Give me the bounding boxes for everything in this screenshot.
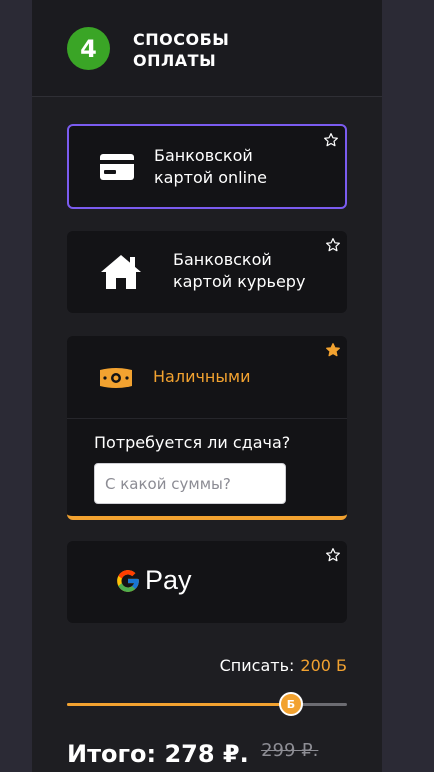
payment-option-card-courier[interactable]: Банковской картой курьеру (67, 231, 347, 313)
payment-option-label: Наличными (153, 367, 251, 386)
star-outline-icon[interactable] (324, 236, 342, 254)
star-filled-icon[interactable] (324, 341, 342, 359)
step-title-line-2: оплаты (133, 51, 217, 70)
payment-option-card-online[interactable]: Банковской картой online (67, 124, 347, 209)
bonus-points-label: Списать: (219, 656, 295, 675)
star-outline-icon[interactable] (322, 131, 340, 149)
step-number-badge: 4 (67, 27, 110, 70)
label-line-1: Банковской (173, 250, 272, 269)
order-total: Итого: 278 ₽. 299 ₽. (67, 740, 318, 768)
payment-option-label: Банковской картой курьеру (173, 249, 305, 293)
star-outline-icon[interactable] (324, 546, 342, 564)
bonus-points-row: Списать: 200 Б (220, 656, 347, 675)
change-amount-input[interactable] (94, 463, 286, 504)
bonus-points-slider[interactable]: Б (67, 692, 347, 716)
slider-thumb[interactable]: Б (279, 692, 303, 716)
payment-option-cash[interactable]: Наличными Потребуется ли сдача? (67, 336, 347, 520)
payment-option-label: Банковской картой online (154, 145, 267, 189)
credit-card-icon (99, 153, 135, 181)
label-line-2: картой online (154, 168, 268, 187)
step-header: 4 Способы оплаты (32, 0, 382, 97)
total-old-amount: 299 ₽. (261, 740, 319, 761)
label-line-2: картой курьеру (173, 272, 306, 291)
change-section: Потребуется ли сдача? (67, 418, 347, 520)
slider-fill (67, 703, 291, 706)
step-title: Способы оплаты (133, 29, 333, 71)
google-g-icon (117, 569, 139, 592)
google-pay-text: Pay (145, 565, 192, 595)
bonus-points-value: 200 Б (300, 656, 347, 675)
google-pay-logo: Pay (115, 565, 192, 596)
step-title-line-1: Способы (133, 30, 230, 49)
payment-option-google-pay[interactable]: Pay (67, 541, 347, 623)
home-icon (98, 252, 144, 292)
payment-panel: 4 Способы оплаты Банковской картой onlin… (32, 0, 382, 772)
label-line-1: Банковской (154, 146, 253, 165)
total-amount: 278 ₽. (164, 740, 249, 768)
total-label: Итого: (67, 740, 157, 768)
change-question: Потребуется ли сдача? (94, 433, 291, 452)
cash-icon (99, 365, 133, 391)
